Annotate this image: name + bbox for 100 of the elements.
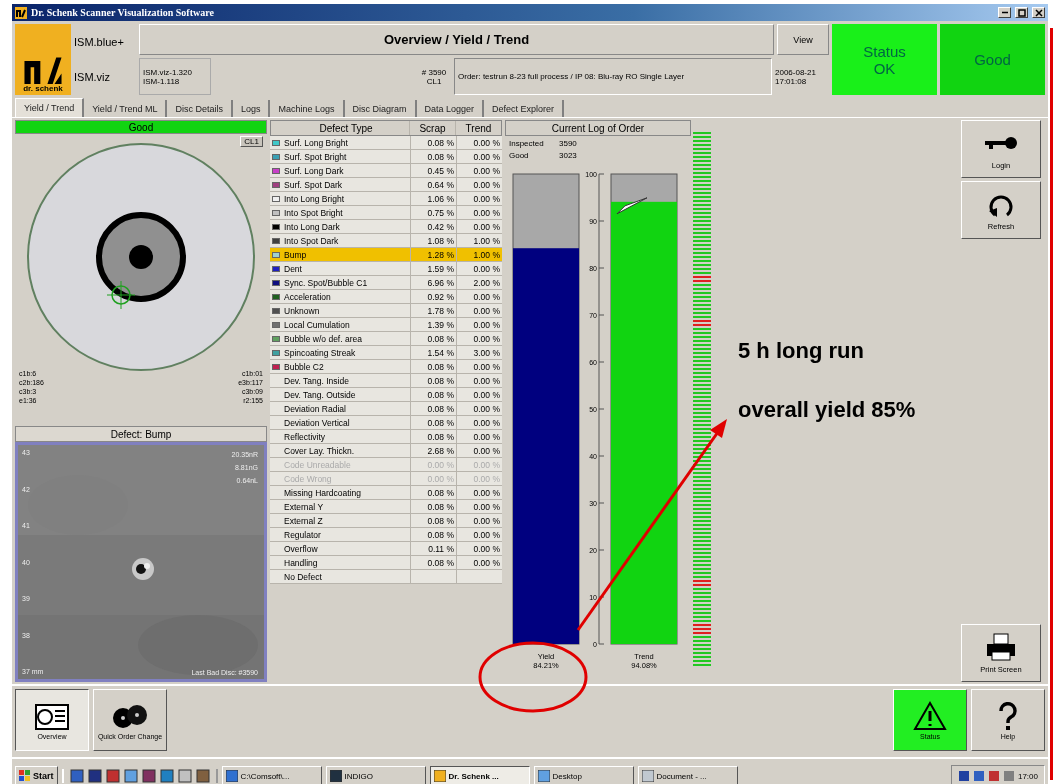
table-cell-text: No Defect <box>283 571 323 582</box>
tray-icon <box>972 770 985 782</box>
table-cell: 0.08 % <box>410 332 456 345</box>
line-label: CL1 <box>426 76 442 86</box>
table-cell: 6.96 % <box>410 276 456 289</box>
table-cell: 0.00 % <box>456 528 502 541</box>
table-row[interactable]: Into Spot Bright 0.75 % 0.00 % <box>270 206 502 220</box>
table-row[interactable]: Missing Hardcoating 0.08 % 0.00 % <box>270 486 502 500</box>
taskbar-button[interactable]: INDIGO <box>325 766 426 784</box>
table-cell: 0.00 % <box>456 332 502 345</box>
table-cell: 0.08 % <box>410 430 456 443</box>
table-cell: 0.00 % <box>456 514 502 527</box>
table-row[interactable]: External Z 0.08 % 0.00 % <box>270 514 502 528</box>
table-row[interactable]: Dent 1.59 % 0.00 % <box>270 262 502 276</box>
table-cell: 0.00 % <box>456 304 502 317</box>
table-cell-text: Regulator <box>283 529 322 540</box>
table-cell-text: Surf. Long Bright <box>283 137 349 148</box>
taskbar-button[interactable]: C:\Comsoft\... <box>221 766 322 784</box>
table-cell: 0.00 % <box>456 220 502 233</box>
window-title: Dr. Schenk Scanner Visualization Software <box>31 7 214 18</box>
table-cell: 0.00 % <box>456 388 502 401</box>
minimize-button[interactable] <box>998 7 1011 18</box>
table-row[interactable]: Dev. Tang. Outside 0.08 % 0.00 % <box>270 388 502 402</box>
table-cell: 0.92 % <box>410 290 456 303</box>
defect-title: Defect: Bump <box>15 426 267 442</box>
table-row[interactable]: Dev. Tang. Inside 0.08 % 0.00 % <box>270 374 502 388</box>
table-row[interactable]: Deviation Vertical 0.08 % 0.00 % <box>270 416 502 430</box>
column-header: Defect Type <box>318 122 374 134</box>
close-button[interactable] <box>1032 7 1045 18</box>
annotation-text: 5 h long run <box>738 338 864 364</box>
table-row[interactable]: Sync. Spot/Bubble C1 6.96 % 2.00 % <box>270 276 502 290</box>
product-name: ISM.blue+ <box>74 35 125 48</box>
app-icon[interactable] <box>141 769 156 783</box>
table-row[interactable]: Surf. Long Bright 0.08 % 0.00 % <box>270 136 502 150</box>
table-row[interactable]: Reflectivity 0.08 % 0.00 % <box>270 430 502 444</box>
table-cell-text: Surf. Long Dark <box>283 165 345 176</box>
start-button[interactable]: Start <box>15 766 58 784</box>
table-row[interactable]: Bubble C2 0.08 % 0.00 % <box>270 360 502 374</box>
app-icon[interactable] <box>123 769 138 783</box>
table-row[interactable]: Local Cumulation 1.39 % 0.00 % <box>270 318 502 332</box>
table-row[interactable]: Into Long Bright 1.06 % 0.00 % <box>270 192 502 206</box>
table-cell: 0.00 % <box>456 444 502 457</box>
window-icon <box>641 770 654 782</box>
table-cell: 0.08 % <box>410 136 456 149</box>
table-cell: 1.00 % <box>456 234 502 247</box>
windows-logo-icon <box>19 770 31 782</box>
app-icon[interactable] <box>87 769 102 783</box>
table-row[interactable]: Bump 1.28 % 1.00 % <box>270 248 502 262</box>
table-cell: 0.08 % <box>410 500 456 513</box>
app-icon[interactable] <box>159 769 174 783</box>
table-cell-text: Surf. Spot Dark <box>283 179 344 190</box>
table-row[interactable]: Unknown 1.78 % 0.00 % <box>270 304 502 318</box>
app-icon <box>15 6 27 19</box>
table-cell-text: Unknown <box>283 305 321 316</box>
app-icon[interactable] <box>69 769 84 783</box>
table-cell: 0.00 % <box>456 318 502 331</box>
table-cell-text: Dev. Tang. Outside <box>283 389 357 400</box>
table-cell: 1.54 % <box>410 346 456 359</box>
logo-text: dr. schenk <box>23 84 63 93</box>
table-row[interactable]: Surf. Spot Bright 0.08 % 0.00 % <box>270 150 502 164</box>
table-cell-text: Deviation Radial <box>283 403 347 414</box>
warning-icon <box>912 700 948 731</box>
table-cell: 0.00 % <box>456 136 502 149</box>
app-icon[interactable] <box>195 769 210 783</box>
table-cell: 0.45 % <box>410 164 456 177</box>
channel-button[interactable]: CL1 <box>240 136 263 147</box>
table-cell: 0.08 % <box>410 514 456 527</box>
table-row[interactable]: External Y 0.08 % 0.00 % <box>270 500 502 514</box>
taskbar-button[interactable]: Desktop <box>533 766 634 784</box>
table-cell-text: Bubble w/o def. area <box>283 333 363 344</box>
table-cell-text: Surf. Spot Bright <box>283 151 348 162</box>
table-cell-text: Sync. Spot/Bubble C1 <box>283 277 369 288</box>
maximize-icon <box>1017 8 1026 17</box>
table-cell-text: Bubble C2 <box>283 361 325 372</box>
view-button[interactable]: View <box>777 24 829 55</box>
taskbar-button[interactable]: Dr. Schenk ... <box>429 766 530 784</box>
table-cell: 1.28 % <box>410 248 456 261</box>
table-row[interactable]: Handling 0.08 % 0.00 % <box>270 556 502 570</box>
table-cell: 0.00 % <box>456 290 502 303</box>
table-row[interactable]: Into Long Dark 0.42 % 0.00 % <box>270 220 502 234</box>
table-row[interactable]: No Defect <box>270 570 502 584</box>
table-row[interactable]: Acceleration 0.92 % 0.00 % <box>270 290 502 304</box>
trend-line-marker <box>616 197 648 215</box>
table-row[interactable]: Overflow 0.11 % 0.00 % <box>270 542 502 556</box>
table-cell: 0.08 % <box>410 374 456 387</box>
table-cell: 0.00 % <box>456 486 502 499</box>
table-row[interactable]: Cover Lay. Thickn. 2.68 % 0.00 % <box>270 444 502 458</box>
table-cell: 0.64 % <box>410 178 456 191</box>
table-row[interactable]: Deviation Radial 0.08 % 0.00 % <box>270 402 502 416</box>
table-row[interactable]: Surf. Spot Dark 0.64 % 0.00 % <box>270 178 502 192</box>
tab[interactable]: Yield / Trend <box>15 98 85 117</box>
app-icon[interactable] <box>105 769 120 783</box>
table-row[interactable]: Spincoating Streak 1.54 % 3.00 % <box>270 346 502 360</box>
table-row[interactable]: Regulator 0.08 % 0.00 % <box>270 528 502 542</box>
table-row[interactable]: Bubble w/o def. area 0.08 % 0.00 % <box>270 332 502 346</box>
taskbar-button[interactable]: Document - ... <box>637 766 738 784</box>
maximize-button[interactable] <box>1015 7 1028 18</box>
tray-icon <box>987 770 1000 782</box>
table-row[interactable]: Surf. Long Dark 0.45 % 0.00 % <box>270 164 502 178</box>
status-indicator: Good <box>940 24 1045 95</box>
